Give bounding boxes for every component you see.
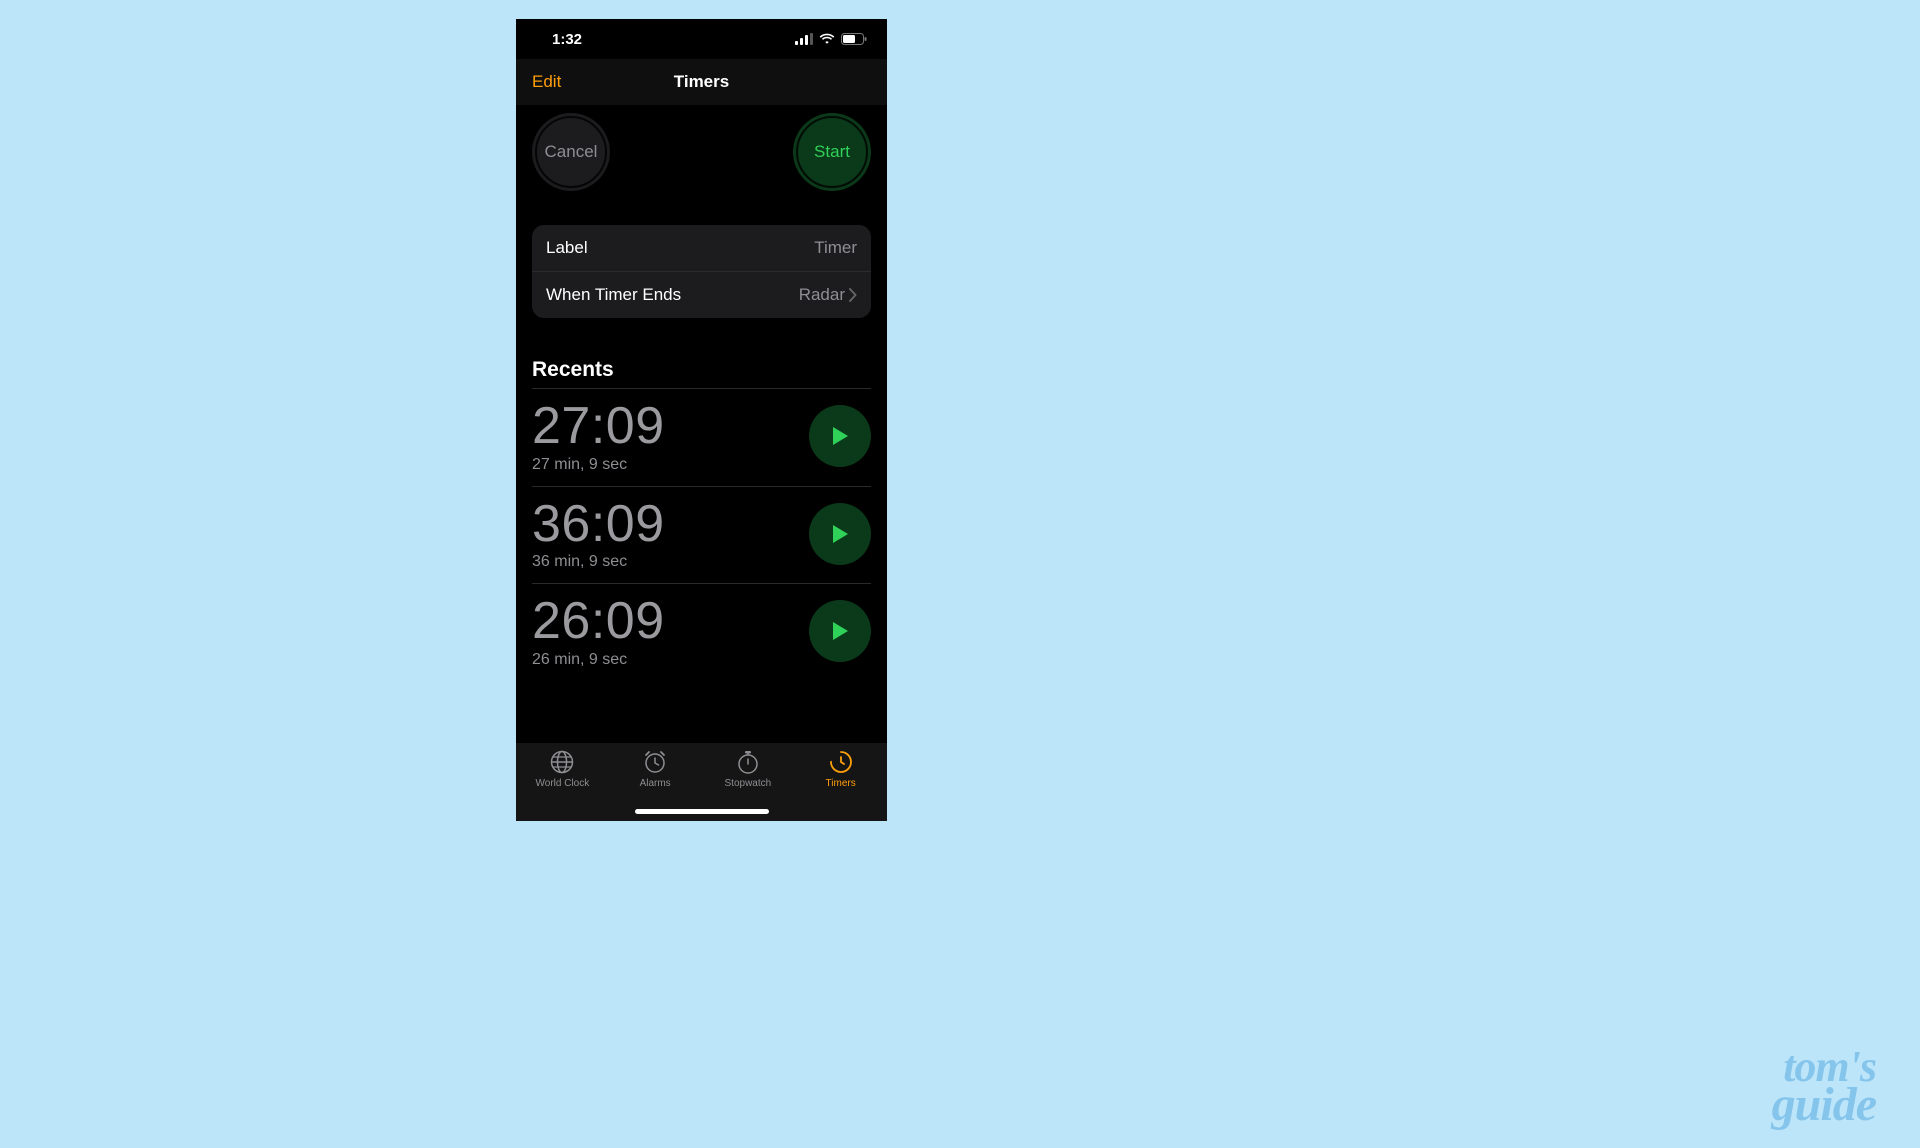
- when-timer-ends-row[interactable]: When Timer Ends Radar: [532, 271, 871, 318]
- timer-controls: Cancel Start: [516, 105, 887, 207]
- recent-timer-row: 36:09 36 min, 9 sec: [532, 486, 871, 584]
- recent-subtitle: 36 min, 9 sec: [532, 553, 665, 571]
- recents-list: 27:09 27 min, 9 sec 36:09 36 min, 9 sec …: [516, 388, 887, 681]
- recent-time: 26:09: [532, 594, 665, 649]
- chevron-right-icon: [849, 288, 857, 302]
- label-row[interactable]: Label Timer: [532, 225, 871, 271]
- label-value: Timer: [814, 238, 857, 258]
- play-icon: [830, 523, 850, 545]
- battery-icon: [841, 33, 867, 45]
- status-time: 1:32: [552, 31, 582, 48]
- recent-timer-row: 26:09 26 min, 9 sec: [532, 583, 871, 681]
- recent-timer-row: 27:09 27 min, 9 sec: [532, 388, 871, 486]
- timer-icon: [828, 749, 854, 775]
- stopwatch-icon: [735, 749, 761, 775]
- watermark: tom's guide: [1772, 1049, 1876, 1124]
- wifi-icon: [819, 33, 835, 45]
- play-button[interactable]: [809, 503, 871, 565]
- cellular-icon: [795, 33, 813, 45]
- recents-header: Recents: [516, 318, 887, 388]
- tab-bar: World Clock Alarms Stopwatch Timers: [516, 743, 887, 821]
- alarm-icon: [642, 749, 668, 775]
- play-icon: [830, 620, 850, 642]
- start-button[interactable]: Start: [793, 113, 871, 191]
- play-button[interactable]: [809, 405, 871, 467]
- recent-subtitle: 27 min, 9 sec: [532, 456, 665, 474]
- phone-frame: 1:32 Edit Timers Cancel Start Label Time…: [516, 19, 887, 821]
- tab-label: World Clock: [536, 778, 590, 789]
- recent-subtitle: 26 min, 9 sec: [532, 651, 665, 669]
- recent-time: 27:09: [532, 399, 665, 454]
- play-button[interactable]: [809, 600, 871, 662]
- cancel-button[interactable]: Cancel: [532, 113, 610, 191]
- tab-world-clock[interactable]: World Clock: [516, 749, 609, 821]
- page-title: Timers: [516, 72, 887, 92]
- start-label: Start: [814, 142, 850, 162]
- cancel-label: Cancel: [545, 142, 598, 162]
- nav-bar: Edit Timers: [516, 59, 887, 105]
- status-bar: 1:32: [516, 19, 887, 59]
- home-indicator[interactable]: [635, 809, 769, 814]
- ends-value: Radar: [799, 285, 845, 305]
- tab-label: Stopwatch: [725, 778, 772, 789]
- timer-settings: Label Timer When Timer Ends Radar: [532, 225, 871, 318]
- watermark-line2: guide: [1772, 1085, 1876, 1124]
- ends-title: When Timer Ends: [546, 285, 681, 305]
- label-title: Label: [546, 238, 588, 258]
- recent-time: 36:09: [532, 497, 665, 552]
- edit-button[interactable]: Edit: [532, 72, 561, 92]
- status-indicators: [795, 33, 867, 45]
- play-icon: [830, 425, 850, 447]
- tab-label: Timers: [826, 778, 856, 789]
- globe-icon: [549, 749, 575, 775]
- tab-timers[interactable]: Timers: [794, 749, 887, 821]
- tab-label: Alarms: [640, 778, 671, 789]
